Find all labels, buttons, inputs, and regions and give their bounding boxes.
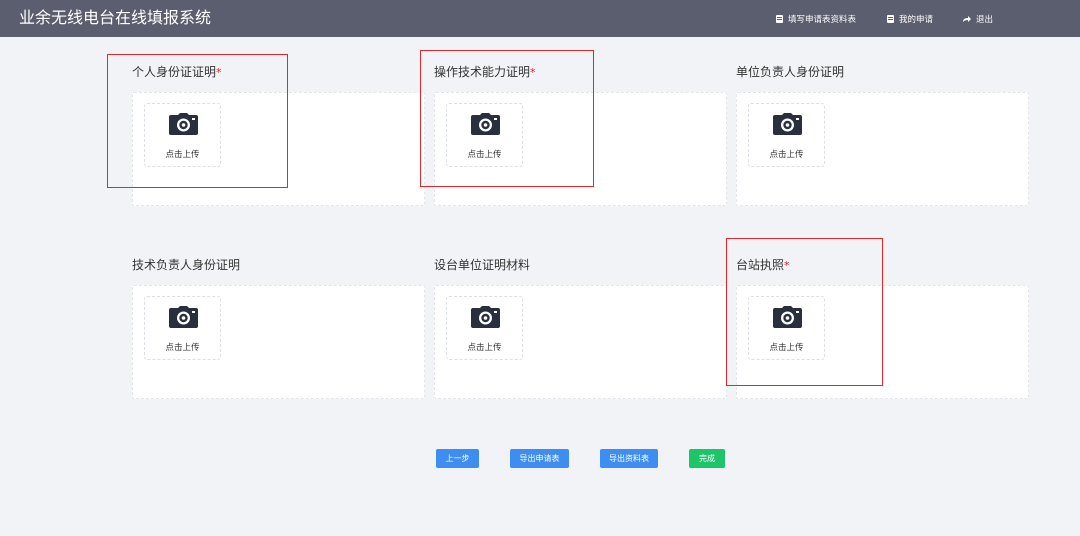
nav-fill-form-label: 填写申请表资料表 <box>788 14 857 25</box>
field-label-text: 技术负责人身份证明 <box>132 258 241 272</box>
camera-icon <box>169 113 198 135</box>
upload-card-unit-leader-proof: 点击上传 <box>736 92 1029 206</box>
upload-card-tech-leader-proof: 点击上传 <box>132 285 425 399</box>
required-mark: * <box>530 66 536 79</box>
field-label-unit-leader-proof: 单位负责人身份证明 <box>736 64 844 81</box>
upload-card-unit-materials: 点击上传 <box>434 285 727 399</box>
list-icon <box>887 14 894 23</box>
upload-text: 点击上传 <box>769 343 804 353</box>
document-icon <box>776 14 783 23</box>
upload-button[interactable]: 点击上传 <box>144 296 221 360</box>
export-form-button[interactable]: 导出申请表 <box>510 449 569 468</box>
upload-text: 点击上传 <box>165 150 200 160</box>
field-label-text: 台站执照 <box>736 258 785 272</box>
export-data-button[interactable]: 导出资料表 <box>600 449 658 468</box>
required-mark: * <box>216 66 222 79</box>
camera-icon <box>773 306 802 328</box>
camera-icon <box>471 306 500 328</box>
prev-step-button[interactable]: 上一步 <box>436 449 479 468</box>
field-label-text: 单位负责人身份证明 <box>736 65 845 79</box>
top-bar: 业余无线电台在线填报系统 填写申请表资料表 我的申请 退出 <box>0 0 1080 37</box>
upload-button[interactable]: 点击上传 <box>144 103 221 167</box>
field-label-id-proof: 个人身份证证明* <box>132 64 222 81</box>
nav-my-applications[interactable]: 我的申请 <box>887 0 933 37</box>
field-label-tech-leader-proof: 技术负责人身份证明 <box>132 257 240 274</box>
finish-button[interactable]: 完成 <box>689 449 725 468</box>
upload-text: 点击上传 <box>165 343 200 353</box>
upload-card-skill-proof: 点击上传 <box>434 92 727 206</box>
field-label-text: 设台单位证明材料 <box>434 258 531 272</box>
upload-button[interactable]: 点击上传 <box>748 296 825 360</box>
field-label-station-license: 台站执照* <box>736 257 790 274</box>
upload-text: 点击上传 <box>769 150 804 160</box>
nav-logout[interactable]: 退出 <box>962 0 993 37</box>
nav-logout-label: 退出 <box>976 14 994 25</box>
app-title: 业余无线电台在线填报系统 <box>19 8 212 27</box>
nav-fill-form[interactable]: 填写申请表资料表 <box>776 0 856 37</box>
upload-button[interactable]: 点击上传 <box>446 296 523 360</box>
upload-card-id-proof: 点击上传 <box>132 92 425 206</box>
upload-button[interactable]: 点击上传 <box>446 103 523 167</box>
upload-text: 点击上传 <box>467 150 502 160</box>
upload-card-station-license: 点击上传 <box>736 285 1029 399</box>
camera-icon <box>471 113 500 135</box>
field-label-text: 操作技术能力证明 <box>434 65 531 79</box>
field-label-text: 个人身份证证明 <box>132 65 217 79</box>
field-label-unit-materials: 设台单位证明材料 <box>434 257 530 274</box>
camera-icon <box>169 306 198 328</box>
nav-my-applications-label: 我的申请 <box>899 14 934 25</box>
camera-icon <box>773 113 802 135</box>
share-icon <box>962 15 971 23</box>
field-label-skill-proof: 操作技术能力证明* <box>434 64 536 81</box>
upload-button[interactable]: 点击上传 <box>748 103 825 167</box>
upload-text: 点击上传 <box>467 343 502 353</box>
required-mark: * <box>784 259 790 272</box>
